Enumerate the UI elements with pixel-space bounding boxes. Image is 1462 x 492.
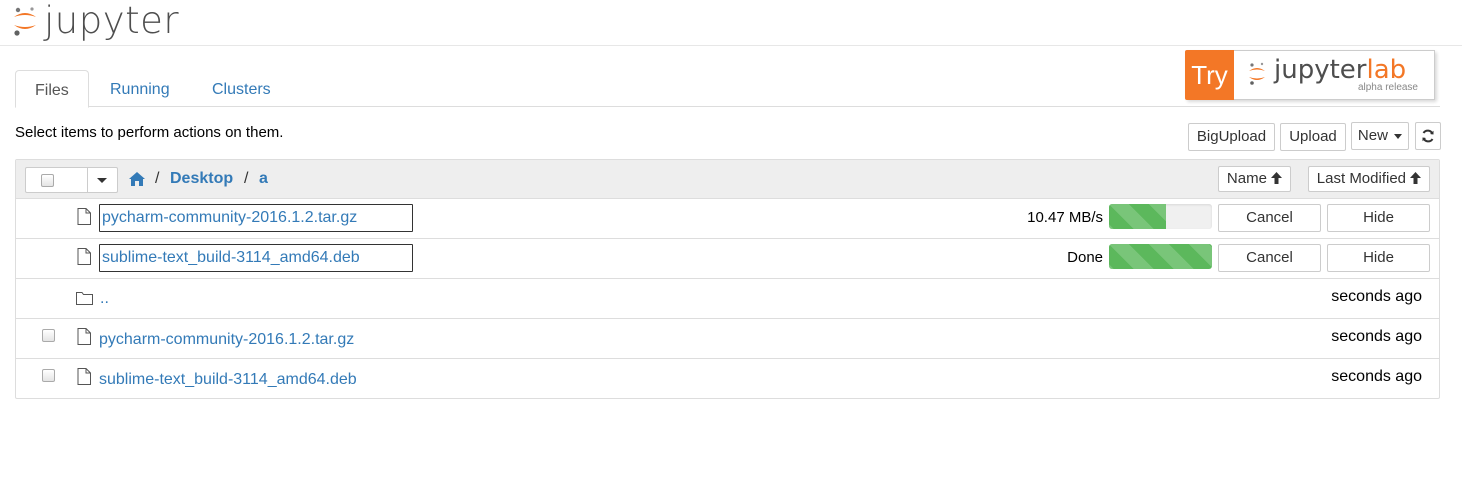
list-item: pycharm-community-2016.1.2.tar.gz second… [16, 319, 1439, 359]
sort-last-modified-label: Last Modified [1316, 170, 1407, 187]
folder-icon [76, 292, 93, 305]
new-button-label: New [1357, 127, 1388, 144]
breadcrumb-separator: / [155, 170, 160, 187]
file-list-header: / Desktop / a Name Last Modified [16, 160, 1439, 199]
sort-name-button[interactable]: Name [1218, 166, 1291, 192]
item-modified-time: seconds ago [1331, 368, 1422, 385]
breadcrumb-item-desktop[interactable]: Desktop [170, 170, 233, 188]
refresh-icon [1422, 129, 1434, 143]
jupyter-logo-icon [12, 4, 38, 38]
file-icon [77, 368, 91, 385]
upload-progress-bar [1109, 204, 1212, 229]
caret-down-icon[interactable] [97, 178, 107, 183]
file-icon [77, 248, 91, 265]
breadcrumb-item-a[interactable]: a [259, 170, 268, 188]
upload-button[interactable]: Upload [1280, 123, 1346, 151]
item-checkbox[interactable] [42, 369, 55, 382]
tab-bar: Files Running Clusters [15, 70, 1440, 108]
tab-running[interactable]: Running [91, 70, 189, 107]
cancel-button[interactable]: Cancel [1218, 244, 1321, 272]
upload-filename-input[interactable]: pycharm-community-2016.1.2.tar.gz [99, 204, 413, 232]
breadcrumb-separator: / [244, 170, 249, 187]
item-name-link[interactable]: sublime-text_build-3114_amd64.deb [99, 371, 357, 389]
bigupload-button[interactable]: BigUpload [1188, 123, 1275, 151]
list-item: sublime-text_build-3114_amd64.deb second… [16, 359, 1439, 399]
caret-down-icon [1394, 133, 1403, 139]
new-dropdown-button[interactable]: New [1351, 122, 1409, 150]
hide-button[interactable]: Hide [1327, 204, 1430, 232]
instructions-text: Select items to perform actions on them. [15, 124, 284, 141]
item-modified-time: seconds ago [1331, 328, 1422, 345]
list-item: .. seconds ago [16, 279, 1439, 319]
dropdown-divider [87, 168, 88, 192]
jupyter-logo-text: jupyter [44, 0, 180, 42]
select-all-dropdown[interactable] [25, 167, 118, 193]
upload-row: pycharm-community-2016.1.2.tar.gz 10.47 … [16, 199, 1439, 239]
jupyter-logo[interactable]: jupyter [12, 0, 179, 42]
arrow-up-icon [1271, 172, 1283, 184]
hide-button[interactable]: Hide [1327, 244, 1430, 272]
item-checkbox[interactable] [42, 329, 55, 342]
item-name-link[interactable]: .. [100, 290, 109, 308]
tab-clusters[interactable]: Clusters [193, 70, 290, 107]
upload-progress-fill [1109, 244, 1212, 269]
header: jupyter [0, 0, 1462, 46]
cancel-button[interactable]: Cancel [1218, 204, 1321, 232]
tab-files[interactable]: Files [15, 70, 89, 108]
home-icon[interactable] [129, 172, 145, 186]
upload-speed: 10.47 MB/s [1027, 209, 1103, 226]
upload-filename-input[interactable]: sublime-text_build-3114_amd64.deb [99, 244, 413, 272]
refresh-button[interactable] [1415, 122, 1441, 150]
sort-last-modified-button[interactable]: Last Modified [1308, 166, 1430, 192]
sort-name-label: Name [1226, 170, 1267, 187]
upload-progress-bar [1109, 244, 1212, 269]
upload-row: sublime-text_build-3114_amd64.deb Done C… [16, 239, 1439, 279]
item-modified-time: seconds ago [1331, 288, 1422, 305]
upload-status: Done [1067, 249, 1103, 266]
file-icon [77, 208, 91, 225]
file-icon [77, 328, 91, 345]
upload-progress-fill [1109, 204, 1166, 229]
arrow-up-icon [1410, 172, 1422, 184]
select-all-checkbox[interactable] [41, 174, 54, 187]
file-list: / Desktop / a Name Last Modified pycharm… [15, 159, 1440, 399]
item-name-link[interactable]: pycharm-community-2016.1.2.tar.gz [99, 331, 354, 349]
